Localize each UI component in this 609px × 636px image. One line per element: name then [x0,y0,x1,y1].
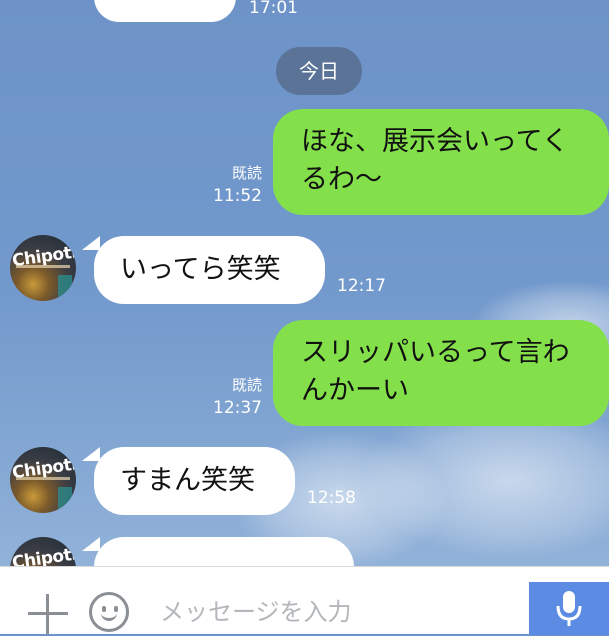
message-text: すまん笑笑 [120,465,255,496]
voice-message-button[interactable] [529,582,609,635]
message-time: 12:58 [307,488,356,508]
message-bubble-outgoing[interactable]: ほな、展示会いってく るわ〜 [273,109,609,215]
avatar-detail [58,275,72,297]
bubble-tail [82,537,100,551]
message-bubble-incoming[interactable]: すまん笑笑 [94,447,295,515]
read-receipt: 既読 [231,164,262,182]
microphone-icon [556,591,582,626]
message-bubble-outgoing[interactable]: スリッパいるって言わ んかーい [273,320,609,426]
emoji-icon[interactable] [89,592,129,632]
bubble-tail [82,447,100,461]
contact-avatar[interactable]: Chipotle [10,447,76,513]
message-text: いってら笑笑 [120,254,281,285]
read-receipt: 既読 [231,376,262,394]
plus-icon[interactable] [26,592,70,636]
message-text-line: スリッパいるって言わ [301,337,570,368]
emoji-mouth [101,611,117,621]
message-bubble-incoming[interactable] [94,537,354,566]
message-bubble-incoming[interactable]: いってら笑笑 [94,236,325,304]
chat-area[interactable]: 17:01 今日 既読 11:52 ほな、展示会いってく るわ〜 Chipotl… [0,0,609,566]
message-time: 11:52 [213,186,262,206]
message-text-line: るわ〜 [301,164,382,195]
message-text-line: ほな、展示会いってく [301,126,569,157]
message-bubble-incoming[interactable] [94,0,236,22]
message-time: 12:17 [337,276,386,296]
avatar-logo: Chipotle [10,542,76,566]
contact-avatar[interactable]: Chipotle [10,537,76,566]
message-time: 12:37 [213,398,262,418]
message-time: 17:01 [249,0,298,18]
message-input[interactable] [160,595,520,629]
date-separator: 今日 [276,47,362,95]
contact-avatar[interactable]: Chipotle [10,235,76,301]
bubble-tail [82,236,100,250]
message-text-line: んかーい [301,375,409,406]
message-input-bar [0,566,609,636]
avatar-detail [58,487,72,509]
